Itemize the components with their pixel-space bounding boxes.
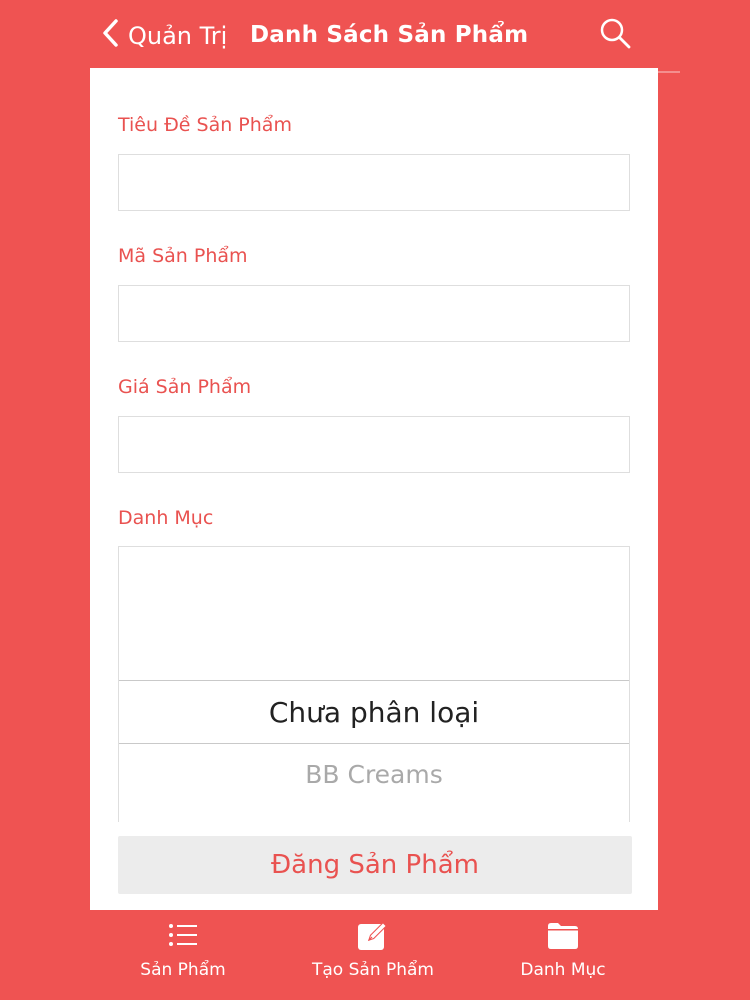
product-title-input[interactable]	[118, 154, 630, 211]
list-icon	[169, 924, 197, 946]
search-button[interactable]	[598, 16, 632, 50]
submit-product-button[interactable]: Đăng Sản Phẩm	[118, 836, 632, 894]
category-option-selected[interactable]: Chưa phân loại	[119, 680, 629, 744]
tab-create-product[interactable]: Tạo Sản Phẩm	[278, 910, 468, 1000]
product-price-label: Giá Sản Phẩm	[118, 376, 252, 398]
folder-icon	[548, 923, 578, 949]
product-price-input[interactable]	[118, 416, 630, 473]
tab-products-label: Sản Phẩm	[140, 960, 226, 980]
search-icon	[600, 18, 631, 49]
tab-categories[interactable]: Danh Mục	[468, 910, 658, 1000]
tab-products[interactable]: Sản Phẩm	[88, 910, 278, 1000]
tab-categories-label: Danh Mục	[520, 960, 606, 980]
category-label: Danh Mục	[118, 507, 214, 529]
back-button[interactable]: Quản Trị	[100, 16, 227, 56]
tab-create-product-label: Tạo Sản Phẩm	[312, 960, 434, 980]
category-picker[interactable]: Chưa phân loại BB Creams	[118, 546, 630, 822]
product-code-input[interactable]	[118, 285, 630, 342]
tab-bar: Sản Phẩm Tạo Sản Phẩm Danh Mục	[90, 910, 658, 1000]
chevron-left-icon	[100, 18, 120, 54]
category-option[interactable]: BB Creams	[119, 754, 629, 794]
page-title: Danh Sách Sản Phẩm	[250, 22, 529, 48]
product-form: Tiêu Đề Sản Phẩm Mã Sản Phẩm Giá Sản Phẩ…	[90, 68, 658, 910]
back-button-label: Quản Trị	[128, 22, 228, 50]
product-code-label: Mã Sản Phẩm	[118, 245, 248, 267]
product-title-label: Tiêu Đề Sản Phẩm	[118, 114, 292, 136]
compose-icon	[358, 922, 387, 950]
navigation-bar: Quản Trị Danh Sách Sản Phẩm	[0, 0, 750, 68]
